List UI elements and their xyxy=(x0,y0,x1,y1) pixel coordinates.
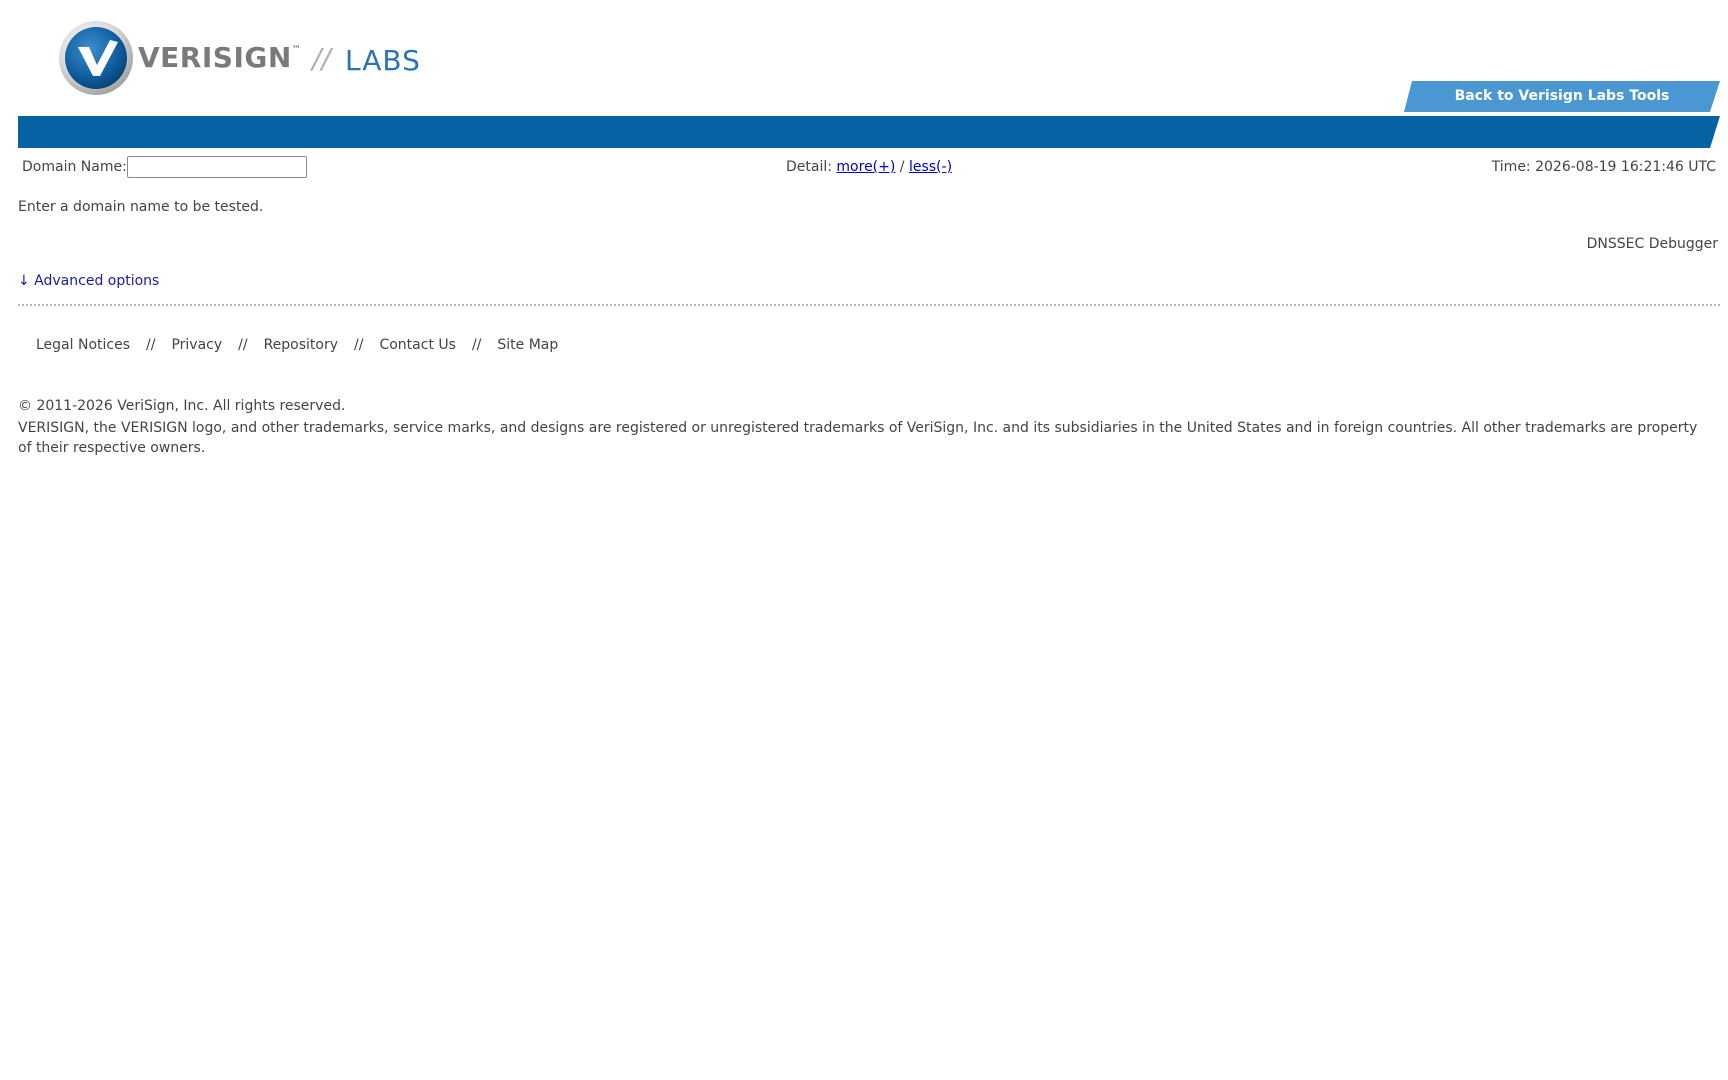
trademark-notice: VERISIGN, the VERISIGN logo, and other t… xyxy=(18,420,1698,456)
nav-bar xyxy=(18,116,1720,148)
footer-links: Legal Notices // Privacy // Repository // Cont… xyxy=(36,337,558,353)
detail-label: Detail: xyxy=(786,159,832,175)
logo-trademark: ™ xyxy=(291,45,302,55)
footer-separator: // xyxy=(238,337,248,353)
detail-controls: Detail: more(+) / less(-) xyxy=(786,159,952,175)
footer-separator: // xyxy=(354,337,364,353)
time-display: Time: 2026-08-19 16:21:46 UTC xyxy=(1491,159,1716,175)
footer-link-contact-us[interactable]: Contact Us xyxy=(379,337,455,353)
footer-separator: // xyxy=(471,337,482,353)
domain-name-input[interactable] xyxy=(127,156,307,178)
nav-bar-background xyxy=(18,116,1720,148)
verisign-check-logo-icon xyxy=(59,21,133,95)
footer-link-legal-notices[interactable]: Legal Notices xyxy=(36,337,130,353)
back-button-label: Back to Verisign Labs Tools xyxy=(1454,88,1670,104)
logo-labs: LABS xyxy=(345,44,421,77)
footer-link-privacy[interactable]: Privacy xyxy=(171,337,222,353)
back-to-labs-tools-button[interactable]: Back to Verisign Labs Tools xyxy=(1404,81,1720,112)
dotted-divider xyxy=(18,304,1720,306)
advanced-options-toggle[interactable]: ↓ Advanced options xyxy=(18,273,159,289)
logo-separator: // xyxy=(312,42,331,75)
domain-form-row: Domain Name: Detail: more(+) / less(-) T… xyxy=(18,156,1718,180)
verisign-labs-logo[interactable]: VERISIGN™ // LABS xyxy=(58,20,438,96)
detail-slash: / xyxy=(899,159,905,175)
detail-more-link[interactable]: more(+) xyxy=(836,159,895,175)
footer-link-site-map[interactable]: Site Map xyxy=(497,337,558,353)
logo-wordmark: VERISIGN™ xyxy=(138,41,302,74)
copyright-text: © 2011-2026 VeriSign, Inc. All rights re… xyxy=(18,398,346,414)
tool-name: DNSSEC Debugger xyxy=(1586,236,1718,252)
footer-separator: // xyxy=(146,337,156,353)
domain-name-label: Domain Name: xyxy=(22,159,127,175)
domain-hint-text: Enter a domain name to be tested. xyxy=(18,199,264,215)
footer-link-repository[interactable]: Repository xyxy=(264,337,338,353)
detail-less-link[interactable]: less(-) xyxy=(909,159,952,175)
